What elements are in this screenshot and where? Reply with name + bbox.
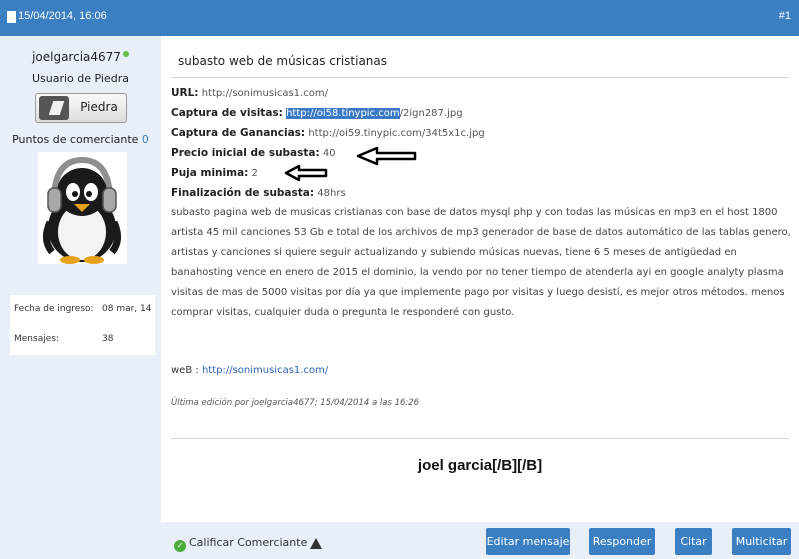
earnings-link[interactable]: http://oi59.tinypic.com/34t5x1c.jpg	[308, 128, 484, 139]
end-value: 48hrs	[317, 188, 346, 199]
min-bid-label: Puja minima:	[171, 167, 249, 179]
web-label: weB :	[171, 365, 199, 376]
post-datetime: 15/04/2014, 16:06	[18, 10, 107, 22]
visits-link-rest[interactable]: /2ign287.jpg	[400, 108, 463, 119]
messages-label: Mensajes:	[14, 334, 59, 344]
start-price-value: 40	[322, 148, 336, 159]
username-link[interactable]: joelgarcia4677	[32, 50, 121, 64]
url-line: URL: http://sonimusicas1.com/	[171, 83, 793, 103]
merchant-points: Puntos de comerciante 0	[0, 133, 161, 146]
post-header-bar: 15/04/2014, 16:06 #1	[0, 0, 799, 36]
web-link[interactable]: http://sonimusicas1.com/	[202, 365, 328, 376]
checkmark-icon: ✓	[174, 540, 186, 552]
visits-link-selected[interactable]: http://oi58.tinypic.com	[286, 108, 400, 119]
post-title: subasto web de músicas cristianas	[178, 54, 388, 68]
web-line: weB : http://sonimusicas1.com/	[171, 365, 328, 376]
signature-divider	[171, 438, 789, 439]
merchant-points-label: Puntos de comerciante	[12, 133, 139, 146]
messages-row: Mensajes: 38	[10, 325, 155, 355]
reply-button[interactable]: Responder	[589, 528, 655, 555]
post-body: URL: http://sonimusicas1.com/ Captura de…	[171, 83, 793, 323]
warning-icon[interactable]	[310, 538, 322, 549]
user-signature: joel garcia[/B][/B]	[417, 457, 543, 474]
earnings-label: Captura de Ganancias:	[171, 127, 306, 139]
url-label: URL:	[171, 87, 199, 99]
end-line: Finalización de subasta: 48hrs	[171, 183, 793, 203]
min-bid-line: Puja minima: 2	[171, 163, 793, 183]
online-status-icon	[122, 51, 129, 57]
messages-value: 38	[102, 334, 114, 344]
username-row: joelgarcia4677	[0, 50, 161, 64]
rank-badge: Piedra	[35, 93, 127, 123]
rank-badge-label: Piedra	[80, 100, 118, 114]
visits-label: Captura de visitas:	[171, 107, 283, 119]
visits-line: Captura de visitas: http://oi58.tinypic.…	[171, 103, 793, 123]
document-icon	[7, 11, 16, 23]
merchant-points-value[interactable]: 0	[142, 133, 149, 146]
multiquote-button[interactable]: Multicitar	[732, 528, 791, 555]
join-date-value: 08 mar, 14	[102, 304, 152, 314]
arrow-left-icon	[284, 164, 328, 182]
user-info-box: Fecha de ingreso: 08 mar, 14 Mensajes: 3…	[10, 295, 155, 355]
arrow-left-icon	[356, 146, 417, 166]
post-content: subasto web de músicas cristianas URL: h…	[161, 36, 799, 559]
rate-merchant-link[interactable]: ✓ Calificar Comerciante	[174, 536, 307, 552]
penguin-avatar[interactable]	[38, 152, 127, 264]
edit-post-button[interactable]: Editar mensaje	[486, 528, 570, 555]
earnings-line: Captura de Ganancias: http://oi59.tinypi…	[171, 123, 793, 143]
title-divider	[171, 77, 789, 78]
user-sidebar: joelgarcia4677 Usuario de Piedra Piedra …	[0, 36, 161, 559]
user-rank-title: Usuario de Piedra	[31, 72, 129, 85]
post-footer: ✓ Calificar Comerciante Editar mensaje Re…	[161, 522, 799, 559]
end-label: Finalización de subasta:	[171, 187, 315, 199]
last-edit-note: Última edición por joelgarcia4677; 15/04…	[171, 398, 420, 408]
rate-merchant-label: Calificar Comerciante	[189, 536, 308, 549]
join-date-row: Fecha de ingreso: 08 mar, 14	[10, 295, 155, 325]
min-bid-value: 2	[251, 168, 258, 179]
rank-badge-icon	[39, 96, 69, 120]
start-price-label: Precio inicial de subasta:	[171, 147, 320, 159]
post-number-link[interactable]: #1	[779, 10, 791, 22]
start-price-line: Precio inicial de subasta: 40	[171, 143, 793, 163]
url-value: http://sonimusicas1.com/	[201, 88, 328, 99]
quote-button[interactable]: Citar	[675, 528, 712, 555]
join-date-label: Fecha de ingreso:	[14, 304, 94, 314]
post-description: subasto pagina web de musicas cristianas…	[171, 207, 791, 318]
